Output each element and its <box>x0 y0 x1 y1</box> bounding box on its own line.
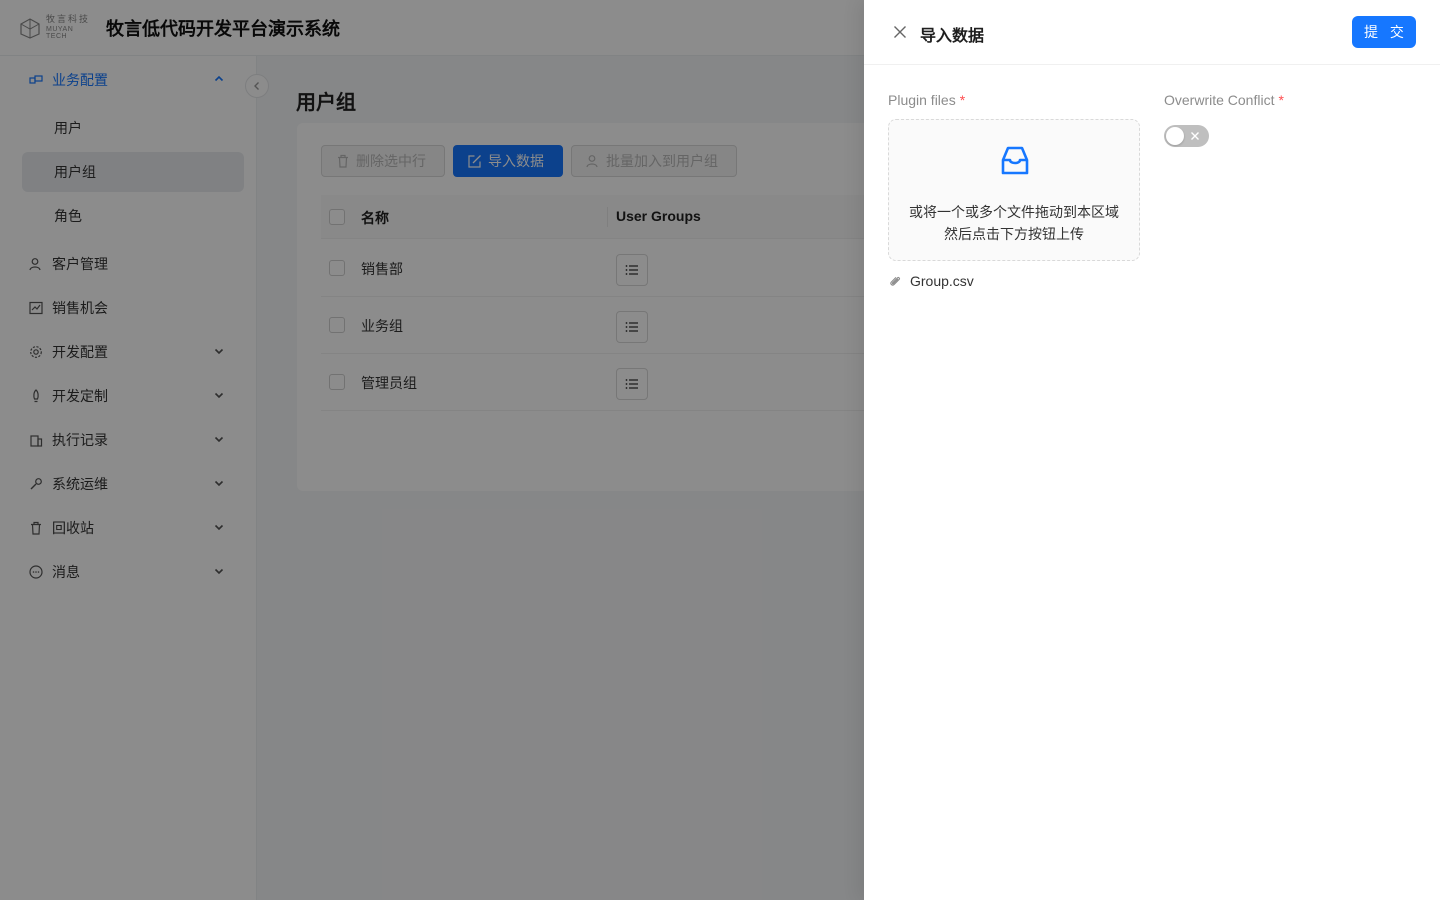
switch-knob <box>1166 127 1184 145</box>
close-button[interactable] <box>890 22 910 42</box>
close-icon <box>1188 129 1202 143</box>
drawer-header: 导入数据 提 交 <box>864 0 1440 65</box>
import-data-drawer: 导入数据 提 交 Plugin files * 或将一个或多个文件拖动到本区域 然… <box>864 0 1440 900</box>
required-mark: * <box>1278 92 1284 108</box>
overwrite-conflict-switch[interactable] <box>1164 125 1209 147</box>
submit-button[interactable]: 提 交 <box>1352 16 1416 48</box>
paperclip-icon <box>888 274 902 288</box>
uploaded-file-name: Group.csv <box>910 273 974 289</box>
dropzone-hint-line1: 或将一个或多个文件拖动到本区域 <box>909 204 1119 220</box>
overwrite-conflict-label: Overwrite Conflict * <box>1164 92 1284 108</box>
uploaded-file-item[interactable]: Group.csv <box>888 270 974 292</box>
required-mark: * <box>959 92 966 108</box>
overwrite-conflict-label-text: Overwrite Conflict <box>1164 92 1275 108</box>
upload-dropzone[interactable]: 或将一个或多个文件拖动到本区域 然后点击下方按钮上传 <box>888 119 1140 261</box>
plugin-files-label: Plugin files * <box>888 92 965 108</box>
plugin-files-label-text: Plugin files <box>888 92 956 108</box>
close-icon <box>894 26 906 38</box>
inbox-icon <box>1001 146 1029 175</box>
dropzone-hint-line2: 然后点击下方按钮上传 <box>944 226 1084 242</box>
drawer-title: 导入数据 <box>920 28 985 45</box>
